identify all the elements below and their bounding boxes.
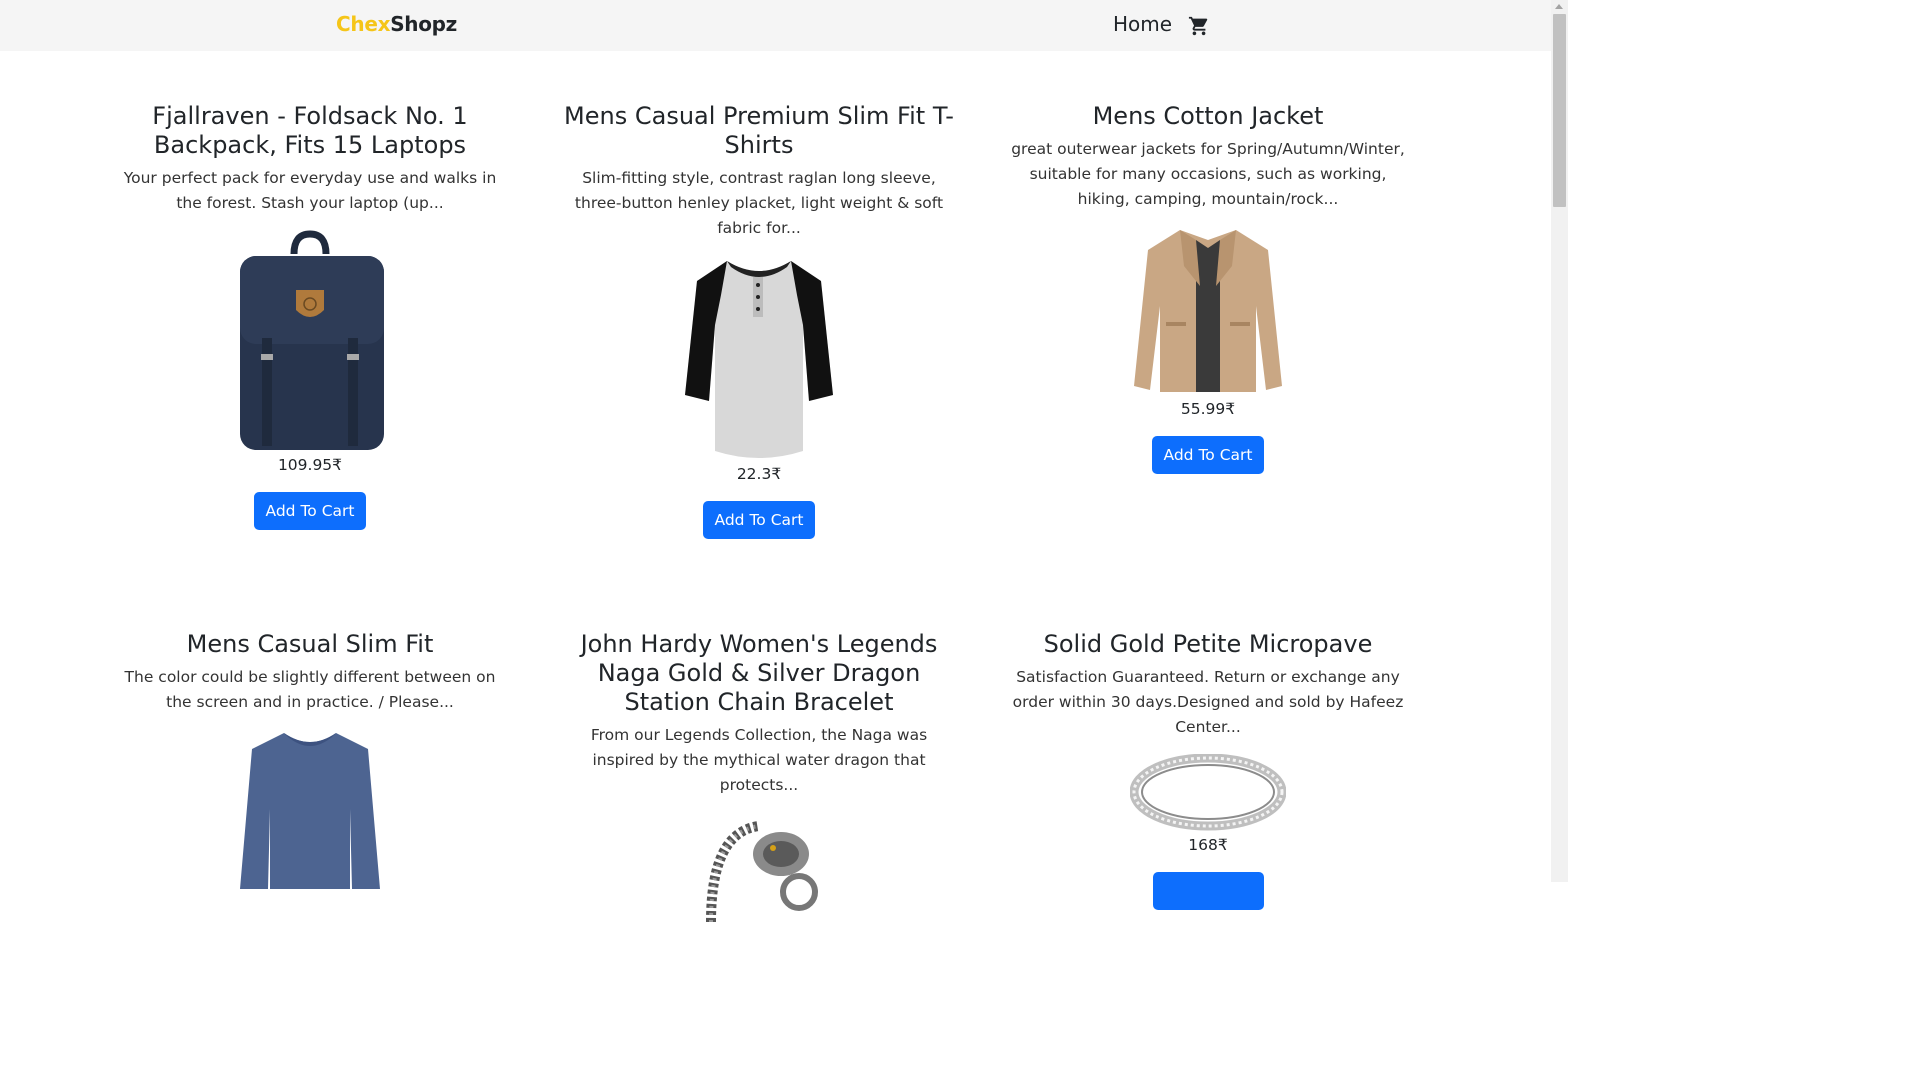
longsleeve-image bbox=[240, 733, 380, 889]
product-description: The color could be slightly different be… bbox=[124, 668, 496, 711]
backpack-image bbox=[240, 230, 384, 450]
scroll-up-arrow-icon[interactable] bbox=[1555, 4, 1563, 9]
product-title: Fjallraven - Foldsack No. 1 Backpack, Fi… bbox=[152, 102, 468, 159]
scrollbar-thumb[interactable] bbox=[1553, 14, 1566, 207]
brand-logo[interactable]: ChexShopz bbox=[336, 12, 457, 36]
product-title: Mens Casual Premium Slim Fit T-Shirts bbox=[564, 102, 954, 159]
brand-part-2: Shopz bbox=[390, 12, 458, 36]
product-card: Mens Casual Premium Slim Fit T-Shirts Sl… bbox=[559, 102, 959, 539]
ring-image bbox=[1130, 754, 1286, 831]
add-to-cart-button[interactable]: Add To Cart bbox=[1151, 436, 1265, 474]
product-card: John Hardy Women's Legends Naga Gold & S… bbox=[559, 630, 959, 922]
product-title: John Hardy Women's Legends Naga Gold & S… bbox=[580, 630, 938, 716]
product-price: 109.95₹ bbox=[277, 456, 343, 474]
add-to-cart-button[interactable]: Add To Cart bbox=[702, 501, 816, 539]
tshirt-image bbox=[685, 261, 833, 458]
navbar: ChexShopz Home bbox=[0, 0, 1551, 51]
product-title: Mens Casual Slim Fit bbox=[186, 630, 434, 658]
jacket-image bbox=[1134, 230, 1282, 392]
product-description: Satisfaction Guaranteed. Return or excha… bbox=[1012, 668, 1404, 736]
product-title: Solid Gold Petite Micropave bbox=[1043, 630, 1373, 658]
product-card: Solid Gold Petite Micropave Satisfaction… bbox=[1008, 630, 1408, 914]
product-price: 168₹ bbox=[1188, 836, 1228, 854]
add-to-cart-button[interactable] bbox=[1152, 872, 1264, 910]
nav-home-link[interactable]: Home bbox=[1113, 12, 1172, 36]
add-to-cart-button[interactable]: Add To Cart bbox=[253, 492, 367, 530]
product-card: Mens Cotton Jacket great outerwear jacke… bbox=[1008, 102, 1408, 474]
brand-part-1: Chex bbox=[336, 12, 391, 36]
product-card: Fjallraven - Foldsack No. 1 Backpack, Fi… bbox=[110, 102, 510, 530]
cart-icon[interactable] bbox=[1188, 15, 1210, 37]
product-description: Slim-fitting style, contrast raglan long… bbox=[574, 169, 944, 237]
product-title: Mens Cotton Jacket bbox=[1092, 102, 1324, 130]
product-price: 55.99₹ bbox=[1180, 400, 1236, 418]
product-description: Your perfect pack for everyday use and w… bbox=[123, 169, 497, 212]
product-description: great outerwear jackets for Spring/Autum… bbox=[1011, 140, 1405, 208]
bracelet-image bbox=[706, 821, 818, 922]
product-price: 22.3₹ bbox=[736, 465, 782, 483]
product-description: From our Legends Collection, the Naga wa… bbox=[590, 726, 928, 794]
product-card: Mens Casual Slim Fit The color could be … bbox=[110, 630, 510, 889]
page-scrollbar[interactable] bbox=[1551, 0, 1568, 882]
